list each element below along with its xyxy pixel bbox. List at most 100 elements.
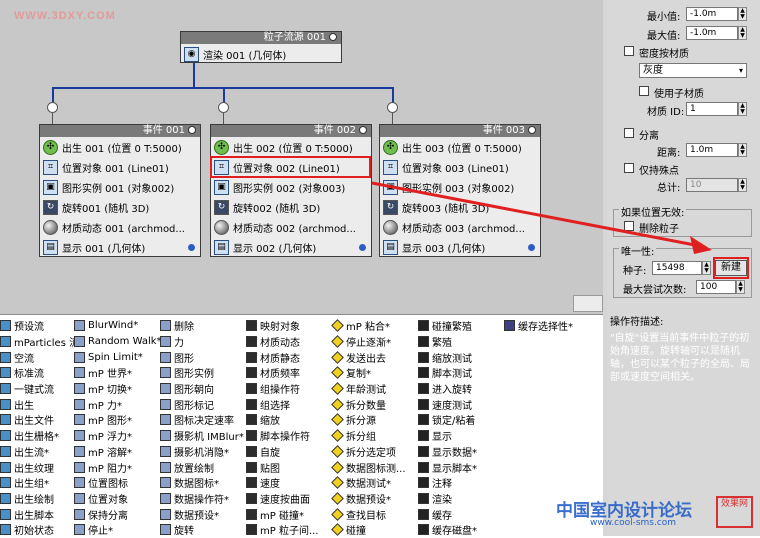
depot-item[interactable]: 图形朝向 <box>160 381 244 397</box>
depot-item[interactable]: 显示 <box>418 428 477 444</box>
depot-item[interactable]: 保持分离 <box>74 506 162 522</box>
use-sub-material-checkbox[interactable] <box>639 86 649 96</box>
pin-icon[interactable] <box>188 126 196 134</box>
spinner-arrows-icon[interactable]: ▲ ▼ <box>736 280 745 294</box>
spinner-arrows-icon[interactable]: ▲ ▼ <box>738 26 747 40</box>
depot-item[interactable]: 出生栅格* <box>0 428 84 444</box>
min-value-field[interactable]: -1.0m <box>686 7 738 21</box>
depot-item[interactable]: 数据测试* <box>331 475 406 491</box>
operator-row[interactable]: ⌗ 位置对象 002 (Line01) <box>211 157 371 177</box>
depot-item[interactable]: 锁定/粘着 <box>418 412 477 428</box>
depot-item[interactable]: mP 浮力* <box>74 428 162 444</box>
depot-item[interactable]: 碰撞繁殖 <box>418 318 477 334</box>
depot-item[interactable]: 发送出去 <box>331 349 406 365</box>
depot-item[interactable]: Random Walk* <box>74 334 162 350</box>
operator-row[interactable]: ✣ 出生 001 (位置 0 T:5000) <box>40 137 200 157</box>
operator-row[interactable]: ⌗ 位置对象 003 (Line01) <box>380 157 540 177</box>
depot-item[interactable]: mP 溶解* <box>74 444 162 460</box>
depot-item[interactable]: mP 图形* <box>74 412 162 428</box>
vertex-only-checkbox[interactable] <box>624 163 634 173</box>
operator-row[interactable]: 材质动态 002 (archmod... <box>211 217 371 237</box>
depot-item[interactable]: 显示数据* <box>418 444 477 460</box>
depot-item[interactable]: 缓存磁盘* <box>418 522 477 538</box>
depot-item[interactable]: 缩放测试 <box>418 349 477 365</box>
depot-item[interactable]: 材质静态 <box>246 349 319 365</box>
depot-item[interactable]: 初始状态 <box>0 522 84 538</box>
depot-item[interactable]: 停止* <box>74 522 162 538</box>
depot-item[interactable]: 位置图标 <box>74 475 162 491</box>
depot-item[interactable]: 数据预设* <box>160 506 244 522</box>
output-dot[interactable] <box>359 244 366 251</box>
depot-item[interactable]: 摄影机 IMBlur* <box>160 428 244 444</box>
depot-item[interactable]: 拆分选定项 <box>331 444 406 460</box>
gray-dropdown[interactable]: 灰度 ▾ <box>639 63 747 78</box>
operator-row[interactable]: ▤ 显示 003 (几何体) <box>380 237 540 257</box>
pin-icon[interactable] <box>528 126 536 134</box>
depot-item[interactable]: 力 <box>160 334 244 350</box>
operator-row[interactable]: ✣ 出生 003 (位置 0 T:5000) <box>380 137 540 157</box>
depot-item[interactable]: 数据预设* <box>331 491 406 507</box>
depot-item[interactable]: 标准流 <box>0 365 84 381</box>
depot-item[interactable]: 进入旋转 <box>418 381 477 397</box>
depot-item[interactable]: 出生脚本 <box>0 506 84 522</box>
depot-item[interactable]: 空流 <box>0 349 84 365</box>
depot-item[interactable]: 拆分源 <box>331 412 406 428</box>
depot-item[interactable]: mP 粒子间... <box>246 522 319 538</box>
operator-row[interactable]: 材质动态 003 (archmod... <box>380 217 540 237</box>
operator-row[interactable]: ↻ 旋转003 (随机 3D) <box>380 197 540 217</box>
depot-item[interactable]: 年龄测试 <box>331 381 406 397</box>
spinner-arrows-icon[interactable]: ▲ ▼ <box>738 7 747 21</box>
depot-item[interactable]: 速度 <box>246 475 319 491</box>
output-dot[interactable] <box>528 244 535 251</box>
depot-item[interactable]: 图形标记 <box>160 396 244 412</box>
operator-row[interactable]: ▤ 显示 002 (几何体) <box>211 237 371 257</box>
depot-item[interactable]: mP 阻力* <box>74 459 162 475</box>
particle-source-node[interactable]: 粒子流源 001 ◉ 渲染 001 (几何体) <box>180 31 342 63</box>
event-node-003[interactable]: 事件 003 ✣ 出生 003 (位置 0 T:5000) ⌗ 位置对象 003 (… <box>379 124 541 257</box>
depot-item[interactable]: 组选择 <box>246 396 319 412</box>
operator-row[interactable]: ▣ 图形实例 001 (对象002) <box>40 177 200 197</box>
distance-field[interactable]: 1.0m <box>686 143 738 157</box>
depot-item[interactable]: 缓存选择性* <box>504 318 573 334</box>
event-node-001[interactable]: 事件 001 ✣ 出生 001 (位置 0 T:5000) ⌗ 位置对象 001 (… <box>39 124 201 257</box>
operator-row[interactable]: 材质动态 001 (archmod... <box>40 217 200 237</box>
depot-item[interactable]: 摄影机消隐* <box>160 444 244 460</box>
depot-item[interactable]: 数据操作符* <box>160 491 244 507</box>
depot-item[interactable]: 渲染 <box>418 491 477 507</box>
pin-icon[interactable] <box>329 33 337 41</box>
depot-item[interactable]: 缓存 <box>418 506 477 522</box>
depot-item[interactable]: 出生组* <box>0 475 84 491</box>
depot-item[interactable]: 速度按曲面 <box>246 491 319 507</box>
depot-item[interactable]: 数据图标测... <box>331 459 406 475</box>
total-field[interactable]: 10 <box>686 178 738 192</box>
pin-icon[interactable] <box>359 126 367 134</box>
event-input-socket[interactable] <box>218 102 229 113</box>
depot-item[interactable]: 速度测试 <box>418 396 477 412</box>
operator-row[interactable]: ↻ 旋转002 (随机 3D) <box>211 197 371 217</box>
seed-field[interactable]: 15498 <box>652 261 702 275</box>
depot-item[interactable]: 预设流 <box>0 318 84 334</box>
spinner-arrows-icon[interactable]: ▲ ▼ <box>738 143 747 157</box>
depot-item[interactable]: 出生纹理 <box>0 459 84 475</box>
depot-item[interactable]: 复制* <box>331 365 406 381</box>
operator-row[interactable]: ▣ 图形实例 003 (对象002) <box>380 177 540 197</box>
event-input-socket[interactable] <box>387 102 398 113</box>
depot-item[interactable]: BlurWind* <box>74 318 162 334</box>
depot-item[interactable]: mP 世界* <box>74 365 162 381</box>
operator-row[interactable]: ↻ 旋转001 (随机 3D) <box>40 197 200 217</box>
depot-item[interactable]: mP 力* <box>74 396 162 412</box>
depot-item[interactable]: mP 切换* <box>74 381 162 397</box>
operator-row[interactable]: ▣ 图形实例 002 (对象003) <box>211 177 371 197</box>
depot-item[interactable]: 组操作符 <box>246 381 319 397</box>
depot-item[interactable]: 缩放 <box>246 412 319 428</box>
depot-item[interactable]: 出生绘制 <box>0 491 84 507</box>
separate-checkbox[interactable] <box>624 128 634 138</box>
depot-item[interactable]: 脚本操作符 <box>246 428 319 444</box>
depot-item[interactable]: 删除 <box>160 318 244 334</box>
depot-item[interactable]: 放置绘制 <box>160 459 244 475</box>
depot-item[interactable]: 图形 <box>160 349 244 365</box>
depot-item[interactable]: 显示脚本* <box>418 459 477 475</box>
material-id-field[interactable]: 1 <box>686 102 738 116</box>
depot-item[interactable]: 图形实例 <box>160 365 244 381</box>
depot-item[interactable]: 停止逐渐* <box>331 334 406 350</box>
